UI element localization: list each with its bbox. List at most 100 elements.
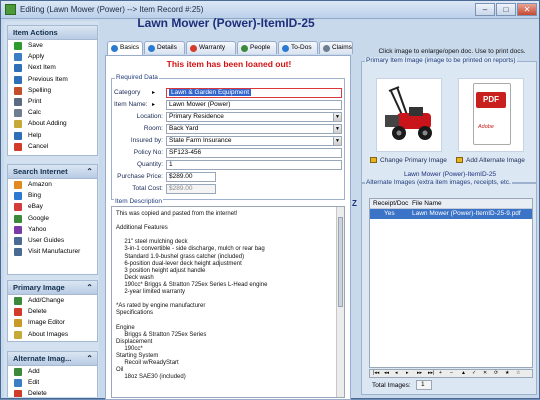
item-name-field[interactable]: Lawn Mower (Power) [166, 100, 342, 110]
sidebar-item-about-adding[interactable]: About Adding [8, 118, 97, 129]
sidebar-item-label: Save [28, 42, 43, 49]
navigator-button[interactable]: ◂ [395, 370, 398, 377]
sidebar-item-edit[interactable]: Edit [8, 377, 97, 388]
collapse-chevron-icon[interactable]: ⌃ [86, 281, 93, 295]
next-icon [14, 64, 22, 73]
sidebar-item-label: Previous Item [28, 75, 68, 83]
dropdown-arrow-icon[interactable]: ▼ [333, 137, 341, 145]
sidebar-item-previous-item[interactable]: Previous Item [8, 74, 97, 85]
alternate-image-preview[interactable]: PDF Adobe [458, 78, 524, 152]
insured-by-select[interactable]: State Farm Insurance ▼ [166, 136, 342, 146]
sidebar-item-save[interactable]: Save [8, 40, 97, 51]
dropdown-arrow-icon[interactable]: ▼ [333, 125, 341, 133]
column-header-receipt[interactable]: Receipt/Doc [373, 199, 408, 209]
navigator-button[interactable]: ▲ [461, 370, 466, 377]
sidebar-item-next-item[interactable]: Next Item [8, 62, 97, 73]
sidebar-item-user-guides[interactable]: User Guides [8, 235, 97, 246]
location-select[interactable]: Primary Residence ▼ [166, 112, 342, 122]
claims-tab-icon [323, 45, 330, 52]
navigator-button[interactable]: ◂◂ [384, 370, 389, 377]
purchase-price-field[interactable]: $289.00 [166, 172, 216, 182]
minimize-button[interactable]: – [475, 3, 495, 16]
insured-by-row: Insured by: State Farm Insurance ▼ [112, 136, 344, 146]
sidebar-item-about-images[interactable]: About Images [8, 329, 97, 340]
navigator-button[interactable]: ★ [505, 370, 509, 377]
panel-header[interactable]: Item Actions [8, 26, 97, 40]
sidebar-item-delete[interactable]: Delete [8, 306, 97, 317]
sidebar-item-apply[interactable]: Apply [8, 51, 97, 62]
panel-header[interactable]: Alternate Imag... ⌃ [8, 352, 97, 366]
sidebar-item-google[interactable]: Google [8, 213, 97, 224]
change-primary-image-link[interactable]: Change Primary Image [370, 157, 447, 164]
sidebar-item-spelling[interactable]: Spelling [8, 85, 97, 96]
total-cost-field: $289.00 [166, 184, 216, 194]
navigator-button[interactable]: + [439, 370, 442, 377]
navigator-button[interactable]: ▸▸ [417, 370, 422, 377]
sidebar-item-amazon[interactable]: Amazon [8, 179, 97, 190]
navigator-button[interactable]: – [450, 370, 453, 377]
sidebar-item-ebay[interactable]: eBay [8, 201, 97, 212]
sidebar-item-image-editor[interactable]: Image Editor [8, 317, 97, 328]
description-scrollbar[interactable] [336, 207, 344, 397]
panel-header[interactable]: Primary Image ⌃ [8, 281, 97, 295]
add-alternate-image-link[interactable]: Add Alternate Image [456, 157, 525, 164]
description-textarea[interactable]: This was copied and pasted from the inte… [111, 206, 345, 398]
scroll-thumb[interactable] [338, 217, 343, 307]
category-field[interactable]: Lawn & Garden Equipment [166, 88, 342, 98]
panel-header[interactable]: Search Internet ⌃ [8, 165, 97, 179]
check-icon [14, 42, 22, 50]
image-icon [370, 157, 377, 163]
delete-icon [14, 308, 22, 317]
yahoo-icon [14, 225, 22, 234]
collapse-chevron-icon[interactable]: ⌃ [86, 165, 93, 179]
navigator-button[interactable]: |◂◂ [373, 370, 379, 377]
arrow-icon: ▸ [152, 90, 156, 96]
primary-image[interactable] [376, 78, 442, 152]
total-images-value: 1 [416, 380, 432, 390]
sidebar-item-calc[interactable]: Calc [8, 107, 97, 118]
sidebar-item-cancel[interactable]: Cancel [8, 141, 97, 152]
sidebar-item-add-change[interactable]: Add/Change [8, 295, 97, 306]
sidebar-item-print[interactable]: Print [8, 96, 97, 107]
navigator-button[interactable]: ✕ [483, 370, 487, 377]
sidebar-item-yahoo[interactable]: Yahoo [8, 224, 97, 235]
tab-people[interactable]: People [237, 41, 277, 54]
tab-todos[interactable]: To-Dos [278, 41, 318, 54]
dropdown-arrow-icon[interactable]: ▼ [333, 113, 341, 121]
sidebar-item-add[interactable]: Add [8, 366, 97, 377]
navigator-button[interactable]: ⟳ [494, 370, 498, 377]
todos-tab-icon [282, 45, 289, 52]
tab-basics[interactable]: Basics [107, 41, 143, 55]
navigator-button[interactable]: ▸▸| [428, 370, 434, 377]
grid-row[interactable]: Yes Lawn Mower (Power)-ItemID-25-9.pdf [370, 209, 532, 219]
collapse-chevron-icon[interactable]: ⌃ [86, 352, 93, 366]
sidebar-item-label: Help [28, 131, 42, 139]
policy-no-field[interactable]: SF123-456 [166, 148, 342, 158]
navigator-button[interactable]: ☆ [516, 370, 520, 377]
sidebar-item-bing[interactable]: Bing [8, 190, 97, 201]
lawn-mower-image [385, 86, 432, 140]
sidebar-item-delete[interactable]: Delete [8, 388, 97, 397]
tab-claims[interactable]: Claims [319, 41, 353, 54]
tab-details[interactable]: Details [144, 41, 185, 54]
sidebar-item-help[interactable]: Help [8, 130, 97, 141]
sidebar-item-visit-manufacturer[interactable]: Visit Manufacturer [8, 246, 97, 257]
group-title: Item Description [114, 198, 163, 205]
images-pane: Click image to enlarge/open doc. Use to … [360, 21, 538, 397]
warranty-tab-icon [190, 45, 197, 52]
quantity-field[interactable]: 1 [166, 160, 342, 170]
navigator-button[interactable]: ✓ [472, 370, 476, 377]
close-button[interactable]: ✕ [517, 3, 537, 16]
maximize-button[interactable]: □ [496, 3, 516, 16]
alternate-images-grid[interactable]: Receipt/Doc File Name Yes Lawn Mower (Po… [369, 198, 533, 368]
navigator-button[interactable]: ▸ [406, 370, 409, 377]
column-header-file[interactable]: File Name [412, 199, 442, 209]
primary-image-group: Primary Item Image (image to be printed … [361, 57, 537, 183]
zoom-button[interactable]: Z [352, 199, 359, 211]
sidebar-item-label: About Images [28, 330, 69, 338]
field-label: Quantity: [136, 161, 163, 168]
room-select[interactable]: Back Yard ▼ [166, 124, 342, 134]
tab-warranty[interactable]: Warranty [186, 41, 236, 54]
link-label: Change Primary Image [380, 157, 447, 164]
tab-label: Details [157, 44, 177, 51]
